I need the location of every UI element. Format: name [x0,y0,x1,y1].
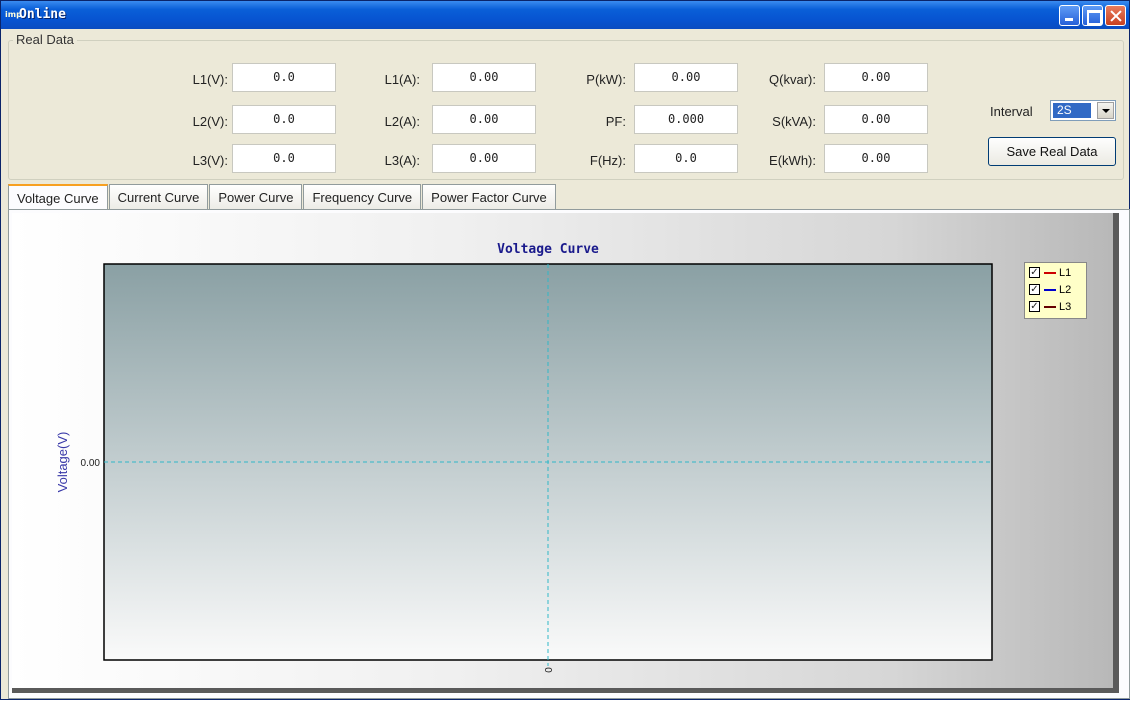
voltage-chart: Voltage Curve 0.00 0 Voltage(V) [55,242,993,673]
legend-label: L3 [1059,300,1072,313]
legend-label: L2 [1059,283,1072,296]
y-tick-label: 0.00 [81,458,101,469]
checkbox-icon[interactable]: ✓ [1029,284,1040,295]
checkbox-icon[interactable]: ✓ [1029,301,1040,312]
y-axis-label: Voltage(V) [55,432,70,493]
legend-item-l2[interactable]: ✓ L2 [1029,282,1071,297]
legend-swatch [1044,271,1056,274]
legend-swatch [1044,305,1056,308]
x-tick-label: 0 [544,667,555,673]
chart-title: Voltage Curve [497,242,599,257]
legend-item-l1[interactable]: ✓ L1 [1029,265,1071,280]
legend-item-l3[interactable]: ✓ L3 [1029,299,1071,314]
chart-legend: ✓ L1 ✓ L2 ✓ L3 [1024,262,1087,319]
legend-label: L1 [1059,266,1072,279]
checkbox-icon[interactable]: ✓ [1029,267,1040,278]
legend-swatch [1044,288,1056,291]
